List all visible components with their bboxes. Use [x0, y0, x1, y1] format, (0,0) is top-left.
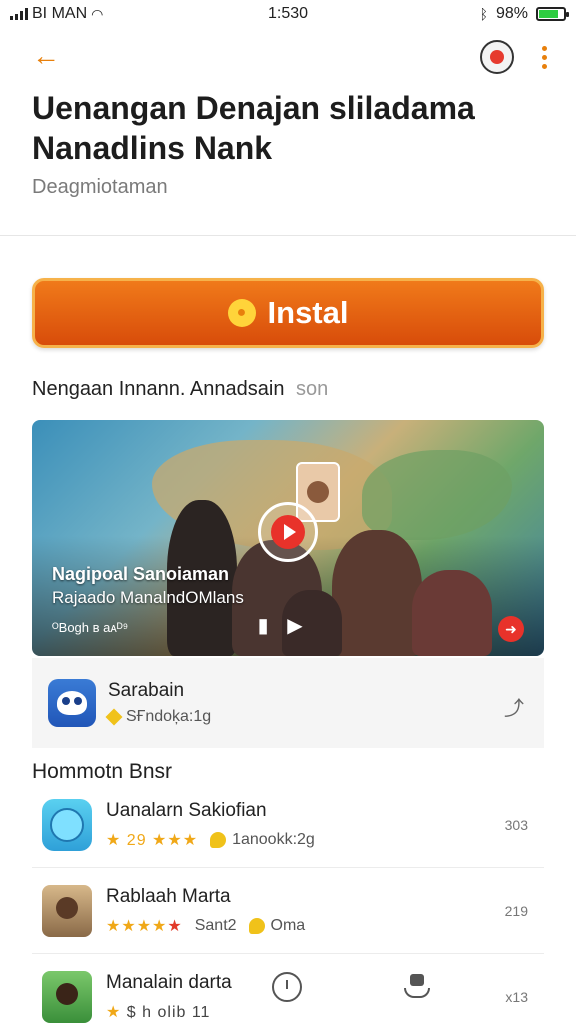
app-icon [42, 884, 92, 937]
list-item-size: 219 [504, 902, 528, 919]
history-icon[interactable] [272, 972, 302, 1002]
status-right: ᛒ 98% [479, 5, 569, 23]
bluetooth-icon: ᛒ [479, 6, 488, 22]
info-note-text: Nengaan Innann. Annadsain [32, 378, 285, 400]
signal-icon [10, 8, 28, 20]
video-controls: ▮ ▶ [252, 616, 306, 636]
battery-icon [536, 7, 569, 21]
status-left: BI MAN ◠ [10, 5, 210, 23]
map-land [362, 450, 512, 540]
play-icon [271, 515, 305, 549]
more-options-icon[interactable] [534, 42, 554, 72]
video-figure [412, 570, 492, 656]
video-figure [332, 530, 422, 656]
featured-meta-text: SҒndoķa:1g [126, 708, 212, 725]
install-icon: ● [227, 299, 256, 327]
tag-icon [105, 708, 123, 726]
list-item-tag-a: Sant2 [194, 916, 237, 934]
list-item-size: 303 [504, 816, 528, 833]
rating-stars: ★ 29 ★★★ [106, 831, 199, 849]
app-icon [42, 798, 92, 851]
profile-icon[interactable] [402, 972, 432, 1002]
tag-text: 1anookk:2g [232, 830, 315, 848]
app-header: ← Uenangan Denajan sliladama Nanadlins N… [0, 28, 576, 236]
share-icon[interactable]: ⤴ [504, 692, 524, 721]
list-item-meta: ★ $ h olib 11 [106, 1002, 484, 1022]
carrier-label: BI MAN [32, 5, 88, 22]
list-item[interactable]: Uanalarn Sakiofian ★ 29 ★★★ 1anookk:2g 3… [32, 782, 544, 868]
list-item-meta: ★ 29 ★★★ 1anookk:2g [106, 830, 484, 850]
rating-value: 29 [126, 831, 147, 849]
fullscreen-icon[interactable]: ▮ [252, 616, 274, 636]
section-heading: Hommotn Bnsr [32, 760, 173, 783]
video-subtitle: Rajaado ManalndOMlans [52, 588, 244, 607]
list-item-tag: 1anookk:2g [210, 831, 315, 849]
account-avatar-button[interactable] [480, 40, 514, 74]
list-item[interactable]: Rablaah Marta ★★★★★ Sant2 Oma 219 [32, 868, 544, 954]
install-label: Instal [267, 295, 349, 330]
video-title: Nagipoal Sanoiaman [52, 564, 230, 584]
back-arrow-icon[interactable]: ← [30, 40, 62, 72]
camera-icon[interactable]: ▶ [284, 616, 306, 636]
list-item-meta: ★★★★★ Sant2 Oma [106, 916, 484, 936]
app-title: Uenangan Denajan sliladama Nanadlins Nan… [32, 90, 475, 166]
video-meta-text: ᴼBogh ʙ aᴀᴰ⁹ [52, 620, 129, 635]
developer-name[interactable]: Deagmiotaman [32, 176, 168, 199]
promo-video[interactable]: Nagipoal Sanoiaman Rajaado ManalndOMlans… [32, 420, 544, 656]
avatar-dot [490, 50, 504, 64]
list-item-name: Rablaah Marta [106, 885, 231, 907]
featured-app-row[interactable]: Sarabain SҒndoķa:1g ⤴ [32, 658, 544, 748]
featured-app-icon [48, 679, 96, 727]
tag-icon [248, 917, 265, 934]
info-note: Nengaan Innann. Annadsain son [32, 378, 328, 401]
rating-stars: ★★★★★ [106, 917, 183, 935]
featured-app-name: Sarabain [108, 680, 185, 701]
tag-text: Oma [270, 916, 306, 934]
app-icon [42, 971, 92, 1023]
info-note-suffix: son [296, 378, 329, 400]
tag-icon [210, 831, 227, 848]
play-button[interactable] [258, 502, 318, 562]
list-item-name: Uanalarn Sakiofian [106, 799, 267, 821]
featured-app-meta: SҒndoķa:1g [105, 708, 212, 726]
battery-label: 98% [495, 5, 528, 22]
list-item-size: x13 [505, 989, 528, 1005]
install-button[interactable]: ● Instal [32, 278, 544, 348]
share-badge-icon[interactable]: ➜ [498, 616, 524, 642]
rating-stars: ★ $ h olib 11 [106, 1004, 211, 1021]
rating-value: $ h olib 11 [126, 1004, 211, 1021]
wifi-icon: ◠ [91, 5, 104, 22]
list-item-tag: Oma [248, 916, 306, 935]
video-meta: ᴼBogh ʙ aᴀᴰ⁹ [52, 620, 128, 635]
status-bar: BI MAN ◠ 1:530 ᛒ 98% [0, 0, 576, 28]
